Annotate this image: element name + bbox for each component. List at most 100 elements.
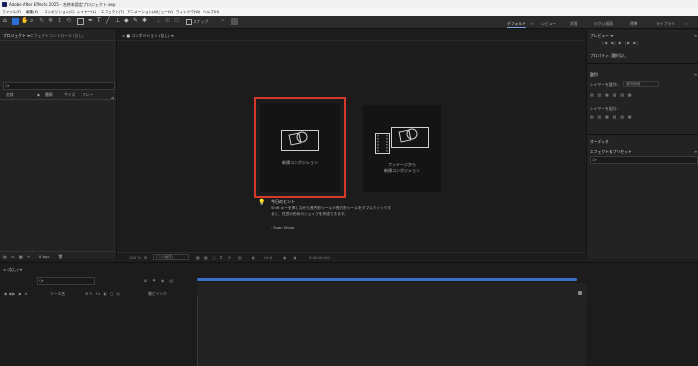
snap-options-icon[interactable]: ↗ (220, 18, 224, 24)
timeline-switches-icon[interactable]: ⊠ ⚑ ◉ ▥ (144, 278, 175, 283)
tab-effects-presets[interactable]: エフェクト＆プリセット (590, 149, 632, 155)
new-folder-icon[interactable]: ▭ (11, 254, 15, 259)
brush-tool-icon[interactable]: ╱ (106, 17, 113, 24)
column-parent-link[interactable]: 親とリンク (148, 291, 167, 297)
workspace-tab-review[interactable]: レビュー (541, 21, 556, 27)
menu-file[interactable]: ファイル(F) (2, 10, 21, 15)
tab-preview[interactable]: プレビュー ≡ (590, 33, 613, 39)
menu-layer[interactable]: レイヤー(L) (77, 10, 96, 15)
tab-timeline[interactable]: × (なし) ≡ (3, 267, 22, 273)
tip-title: 今日のヒント (271, 199, 295, 204)
region-icon[interactable]: ▦ (196, 255, 200, 260)
mask-icon[interactable]: ▢ (212, 255, 216, 260)
panel-menu-icon[interactable]: ≡ (694, 33, 697, 38)
hand-tool-icon[interactable]: ✋ (21, 17, 28, 24)
transparency-grid-icon[interactable]: ▩ (204, 255, 208, 260)
trash-icon[interactable]: 🗑 (58, 254, 63, 259)
new-composition-button[interactable]: 新規コンポジション (260, 103, 340, 192)
local-axis-icon[interactable]: ⊥ (156, 17, 163, 24)
guides-icon[interactable]: ⌗ (220, 255, 222, 260)
exposure-icon[interactable]: ◐ (252, 255, 255, 260)
delete-icon[interactable]: ✂ (27, 254, 30, 259)
align-buttons-icon[interactable]: ▤▥▦▧▨▩ (590, 92, 636, 97)
column-frame[interactable]: フレー (82, 92, 93, 98)
column-name[interactable]: 名前 (6, 92, 14, 98)
show-snapshot-icon[interactable]: ◑ (293, 255, 296, 260)
snapshot-icon[interactable]: ◉ (283, 255, 286, 260)
zoom-level-dropdown[interactable]: 100 % (129, 255, 141, 260)
puppet-tool-icon[interactable]: ✱ (142, 17, 149, 24)
renderer-icon[interactable]: ⟳ (228, 255, 231, 260)
rotate-tool-icon[interactable]: ⟲ (66, 17, 73, 24)
clone-stamp-tool-icon[interactable]: ⊥ (115, 17, 122, 24)
workspace-tab-learn[interactable]: 学習 (570, 21, 578, 27)
tab-effect-controls[interactable]: エフェクトコントロール (なし) (30, 33, 84, 39)
interpret-footage-icon[interactable]: ▤ (3, 254, 7, 259)
selection-tool-icon[interactable] (12, 18, 19, 25)
menu-animation[interactable]: アニメーション(A) (127, 10, 157, 15)
timeline-search-placeholder: Q▾ (39, 278, 44, 283)
text-tool-icon[interactable]: T (97, 17, 104, 24)
view-axis-icon[interactable]: ⊡ (174, 17, 181, 24)
workspace-tab-libraries[interactable]: ライブラリ (656, 21, 675, 27)
menu-effect[interactable]: エフェクト(T) (101, 10, 124, 15)
resolution-dropdown[interactable]: (フル画質) (153, 254, 189, 260)
align-to-dropdown[interactable]: 選択範囲 (623, 81, 659, 87)
pen-tool-icon[interactable]: ✒ (88, 17, 95, 24)
align-menu-icon[interactable]: ≡ (694, 72, 697, 77)
time-ruler[interactable] (197, 283, 587, 297)
column-type[interactable]: 種類 (45, 92, 53, 98)
workspace-tab-standard[interactable]: 標準 (630, 21, 638, 27)
footage-comp-label-line2: 新規コンポジション (384, 168, 420, 173)
menu-window[interactable]: ウィンドウ(W) (176, 10, 200, 15)
align-grid-icon[interactable] (231, 18, 238, 25)
playback-controls-icon[interactable]: |◀ ◀| ▶ |▶ ▶| (602, 40, 640, 45)
roto-brush-tool-icon[interactable]: ✎ (133, 17, 140, 24)
effects-menu-icon[interactable]: ≡ (694, 149, 697, 154)
tab-composition[interactable]: × ■ コンポジション (なし) ≡ (122, 33, 174, 39)
title-bar: Adobe After Effects 2025 - 名称未設定プロジェクト.a… (0, 0, 698, 8)
new-comp-icon[interactable]: ▦ (19, 254, 23, 259)
new-comp-from-footage-button[interactable]: フッテージから 新規コンポジション (363, 105, 441, 192)
view-layout-icon[interactable]: ▥ (238, 255, 242, 260)
bit-depth-label[interactable]: 8 bpc (39, 254, 50, 259)
rectangle-tool-icon[interactable] (77, 18, 84, 25)
workspace-tab-default[interactable]: デフォルト (507, 21, 526, 28)
eraser-tool-icon[interactable]: ◆ (124, 17, 131, 24)
layer-column-icons[interactable]: ⚙✎ fx ◐ ◻ ◎ (85, 291, 121, 296)
snap-checkbox[interactable] (186, 19, 192, 25)
menu-composition[interactable]: コンポジション(C) (44, 10, 74, 15)
pan-tool-icon[interactable]: ✥ (48, 17, 55, 24)
tab-align[interactable]: 整列 (590, 72, 598, 78)
tab-audio[interactable]: オーディオ (590, 139, 609, 145)
new-composition-icon (281, 130, 319, 151)
label-tag-icon[interactable]: ◆ (37, 92, 40, 97)
ae-logo-icon (2, 1, 7, 7)
timeline-track-area[interactable] (198, 297, 586, 366)
tab-project[interactable]: プロジェクト ≡ (3, 33, 30, 39)
home-icon[interactable]: ⌂ (3, 17, 10, 24)
distribute-buttons-icon[interactable]: ▤▥▦▧▨▩ (590, 114, 636, 119)
dolly-tool-icon[interactable]: ↕ (57, 17, 64, 24)
column-source-name[interactable]: ソース名 (50, 291, 65, 297)
exposure-value[interactable]: +0.0 (263, 255, 272, 260)
workspace-menu-icon[interactable]: ≡ (530, 21, 533, 26)
fit-icon[interactable]: ⊞ (144, 255, 147, 260)
effects-search-input[interactable]: Q▾ (590, 156, 698, 164)
current-time[interactable]: 0:00:00:00 (309, 255, 330, 260)
menu-edit[interactable]: 編集(E) (26, 10, 38, 15)
column-size[interactable]: サイズ (64, 92, 75, 98)
timeline-search-input[interactable]: Q▾ (37, 277, 95, 285)
menu-view[interactable]: ビュー(V) (157, 10, 173, 15)
project-search-input[interactable]: Q▾ (3, 82, 115, 90)
workspace-overflow-icon[interactable]: » (685, 21, 687, 26)
menu-help[interactable]: ヘルプ(H) (203, 10, 219, 15)
orbit-tool-icon[interactable]: ↻ (39, 17, 46, 24)
tab-properties[interactable]: プロパティ: 選択なし (590, 53, 626, 59)
layer-switches-icon[interactable]: ◉◀▶ ◆ # (4, 291, 29, 296)
zoom-tool-icon[interactable]: ⌕ (30, 17, 37, 24)
time-navigator-end-handle[interactable] (578, 291, 582, 295)
workspace-tab-small-screen[interactable]: 小さい画面 (594, 21, 613, 27)
world-axis-icon[interactable]: ⊞ (165, 17, 172, 24)
work-area-bar[interactable] (197, 278, 577, 281)
